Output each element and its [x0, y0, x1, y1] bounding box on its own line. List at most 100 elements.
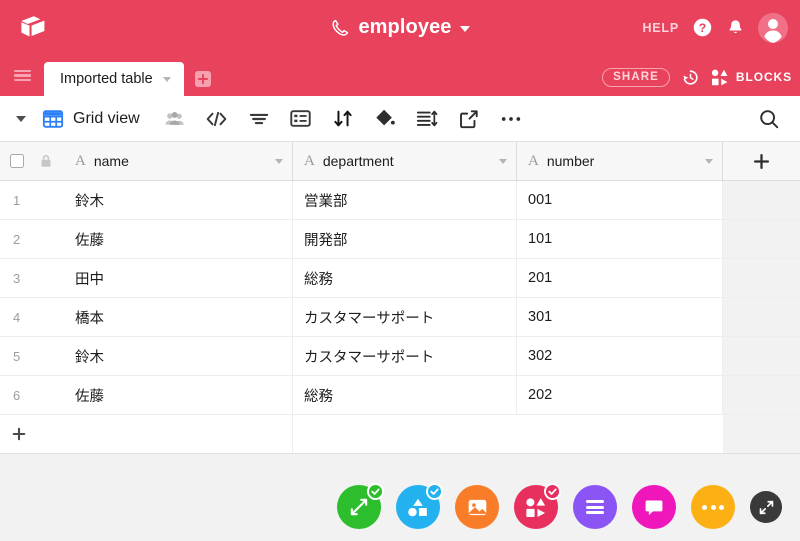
- group-icon[interactable]: [284, 102, 318, 136]
- group-icon-svg: [290, 110, 311, 127]
- ellipsis-dot: [719, 504, 724, 510]
- list-fab[interactable]: [573, 485, 617, 529]
- table-row[interactable]: 2 佐藤 開発部 101: [0, 220, 800, 259]
- add-row-spacer: [293, 415, 723, 453]
- image-fab[interactable]: [455, 485, 499, 529]
- search-icon[interactable]: [752, 102, 786, 136]
- base-title-button[interactable]: employee: [330, 16, 470, 39]
- blocks-icon: [525, 497, 545, 517]
- grid-header-rownum: [0, 142, 64, 180]
- more-options-icon[interactable]: [494, 102, 528, 136]
- chevron-down-icon[interactable]: [499, 158, 507, 164]
- chevron-down-icon[interactable]: [162, 76, 171, 82]
- text-type-icon: A: [528, 152, 539, 169]
- cell-name[interactable]: 佐藤: [64, 376, 293, 414]
- airtable-cube-logo[interactable]: [0, 15, 62, 41]
- table-row[interactable]: 3 田中 総務 201: [0, 259, 800, 298]
- floating-action-bar: [337, 483, 782, 529]
- check-badge: [426, 483, 443, 500]
- cell-name[interactable]: 鈴木: [64, 181, 293, 219]
- cell-department[interactable]: 総務: [293, 259, 517, 297]
- cell-name[interactable]: 田中: [64, 259, 293, 297]
- search-icon-svg: [760, 109, 779, 128]
- history-clock-icon[interactable]: [681, 68, 700, 87]
- add-row-plus[interactable]: [0, 415, 64, 453]
- ellipsis-icon: [702, 504, 724, 510]
- share-view-icon[interactable]: [452, 102, 486, 136]
- view-sidebar-toggle[interactable]: [16, 115, 26, 122]
- bell-icon-svg: [729, 20, 742, 34]
- row-number: 3: [13, 270, 21, 286]
- cell-number[interactable]: 202: [517, 376, 723, 414]
- question-circle-icon-svg: ?: [693, 18, 712, 37]
- cell-name[interactable]: 鈴木: [64, 337, 293, 375]
- help-label[interactable]: HELP: [642, 21, 679, 35]
- ellipsis-dot: [710, 504, 716, 510]
- filter-icon[interactable]: [242, 102, 276, 136]
- row-height-icon-svg: [416, 110, 438, 127]
- blocks-button[interactable]: BLOCKS: [711, 69, 792, 86]
- hide-fields-icon[interactable]: [200, 102, 234, 136]
- row-tail: [723, 181, 800, 219]
- select-all-checkbox[interactable]: [10, 154, 24, 168]
- grid-container: A name A department A number 1 鈴木 営業部 00…: [0, 142, 800, 541]
- question-circle-icon[interactable]: ?: [692, 17, 713, 38]
- shapes-fab[interactable]: [396, 483, 443, 529]
- list-line: [586, 511, 604, 515]
- plus-icon: [12, 427, 26, 441]
- table-row[interactable]: 6 佐藤 総務 202: [0, 376, 800, 415]
- column-header-number[interactable]: A number: [517, 142, 723, 180]
- add-row-button[interactable]: [0, 415, 800, 454]
- expand-record-fab[interactable]: [337, 483, 384, 529]
- share-button[interactable]: SHARE: [602, 67, 670, 87]
- share-view-icon-svg: [459, 109, 478, 128]
- tab-imported-table[interactable]: Imported table: [44, 62, 184, 96]
- chevron-down-icon[interactable]: [275, 158, 283, 164]
- cell-number[interactable]: 001: [517, 181, 723, 219]
- history-clock-icon-svg: [683, 70, 698, 85]
- cell-department[interactable]: 開発部: [293, 220, 517, 258]
- add-field-button[interactable]: [723, 142, 800, 180]
- list-line: [586, 499, 604, 503]
- hamburger-line: [13, 78, 31, 82]
- table-row[interactable]: 5 鈴木 カスタマーサポート 302: [0, 337, 800, 376]
- cell-number[interactable]: 301: [517, 298, 723, 336]
- text-type-icon: A: [304, 152, 315, 169]
- table-row[interactable]: 1 鈴木 営業部 001: [0, 181, 800, 220]
- cell-number[interactable]: 302: [517, 337, 723, 375]
- table-row[interactable]: 4 橋本 カスタマーサポート 301: [0, 298, 800, 337]
- sort-icon[interactable]: [326, 102, 360, 136]
- column-header-name[interactable]: A name: [64, 142, 293, 180]
- cell-name[interactable]: 佐藤: [64, 220, 293, 258]
- grid-view-icon: [42, 109, 64, 128]
- blocks-label: BLOCKS: [735, 70, 792, 85]
- cell-department[interactable]: カスタマーサポート: [293, 337, 517, 375]
- view-selector[interactable]: Grid view: [42, 108, 140, 130]
- chevron-down-icon[interactable]: [705, 158, 713, 164]
- collapse-fab[interactable]: [750, 491, 782, 523]
- row-height-icon[interactable]: [410, 102, 444, 136]
- collapse-arrows-icon: [759, 500, 773, 514]
- user-avatar-svg: [764, 18, 782, 43]
- comment-fab[interactable]: [632, 485, 676, 529]
- column-header-department[interactable]: A department: [293, 142, 517, 180]
- user-avatar[interactable]: [758, 12, 788, 43]
- cell-number[interactable]: 201: [517, 259, 723, 297]
- hide-fields-icon-svg: [206, 111, 227, 126]
- add-table-button[interactable]: [194, 71, 211, 87]
- hamburger-menu-icon[interactable]: [0, 55, 44, 96]
- cell-department[interactable]: 総務: [293, 376, 517, 414]
- cell-department[interactable]: カスタマーサポート: [293, 298, 517, 336]
- blocks-fab[interactable]: [514, 483, 561, 529]
- row-number: 6: [13, 387, 21, 403]
- chevron-down-icon: [459, 26, 470, 32]
- color-fill-icon-svg: [375, 109, 395, 126]
- color-fill-icon[interactable]: [368, 102, 402, 136]
- more-fab[interactable]: [691, 485, 735, 529]
- cell-number[interactable]: 101: [517, 220, 723, 258]
- bell-icon[interactable]: [726, 17, 745, 38]
- cell-department[interactable]: 営業部: [293, 181, 517, 219]
- collaborators-icon[interactable]: [158, 102, 192, 136]
- cell-name[interactable]: 橋本: [64, 298, 293, 336]
- top-brand-bar: employee HELP ?: [0, 0, 800, 55]
